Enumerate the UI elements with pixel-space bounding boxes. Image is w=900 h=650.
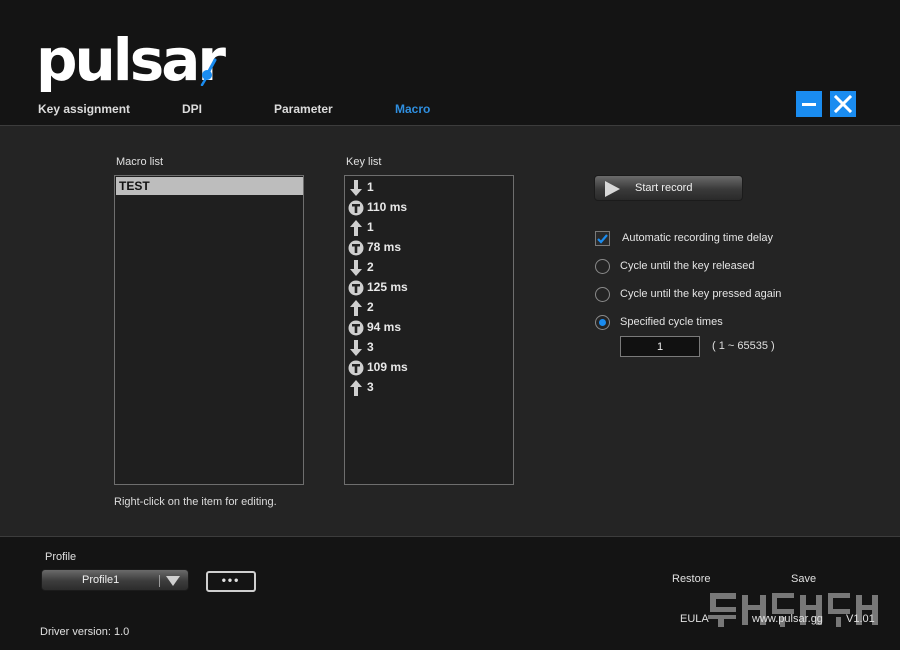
arrow-up-icon: [348, 219, 364, 237]
radio-circle: [595, 259, 610, 274]
timer-icon: [348, 239, 364, 257]
macro-edit-hint: Right-click on the item for editing.: [114, 496, 277, 508]
minimize-button[interactable]: [796, 91, 822, 117]
key-list-item[interactable]: 125 ms: [348, 278, 508, 298]
checkbox-box: [595, 231, 610, 246]
save-button[interactable]: Save: [791, 573, 816, 585]
play-icon: [605, 181, 620, 197]
key-list-item[interactable]: 109 ms: [348, 358, 508, 378]
driver-version: Driver version: 1.0: [40, 626, 130, 638]
header: pulsar Key assignment DPI Parameter Macr…: [0, 0, 900, 125]
auto-delay-label: Automatic recording time delay: [622, 232, 774, 244]
key-list-item-text: 110 ms: [367, 200, 408, 214]
timer-icon: [348, 199, 364, 217]
arrow-down-icon: [348, 339, 364, 357]
arrow-down-icon: [348, 259, 364, 277]
radio-label: Cycle until the key released: [620, 260, 755, 272]
macro-panel: Macro list TEST Key list 1 110 ms 1 78 ms 2 1…: [0, 126, 900, 536]
key-list-item[interactable]: 2: [348, 298, 508, 318]
logo-mark-icon: [200, 58, 217, 86]
cycle-times-input[interactable]: [620, 336, 700, 357]
profile-selected-value: Profile1: [82, 574, 120, 586]
app-window: pulsar Key assignment DPI Parameter Macr…: [0, 0, 900, 650]
arrow-up-icon: [348, 299, 364, 317]
radio-label: Specified cycle times: [620, 316, 723, 328]
check-icon: [597, 234, 608, 244]
profile-more-button[interactable]: •••: [206, 571, 256, 592]
start-record-label: Start record: [635, 182, 693, 194]
key-list-item-text: 2: [367, 260, 374, 274]
tab-macro[interactable]: Macro: [395, 102, 430, 116]
key-list-item-text: 1: [367, 220, 374, 234]
timer-icon: [348, 359, 364, 377]
radio-circle-selected: [595, 315, 610, 330]
eula-link[interactable]: EULA: [680, 613, 709, 625]
macro-list-label: Macro list: [116, 156, 164, 168]
radio-cycle-released[interactable]: Cycle until the key released: [595, 258, 795, 276]
key-list-item[interactable]: 78 ms: [348, 238, 508, 258]
tab-parameter[interactable]: Parameter: [274, 102, 333, 116]
dropdown-separator: [159, 575, 160, 587]
key-list-item-text: 3: [367, 380, 374, 394]
key-list-item[interactable]: 94 ms: [348, 318, 508, 338]
key-list-item-text: 125 ms: [367, 280, 408, 294]
key-list-item[interactable]: 3: [348, 378, 508, 398]
key-list-item-text: 2: [367, 300, 374, 314]
tab-dpi[interactable]: DPI: [182, 102, 202, 116]
restore-button[interactable]: Restore: [672, 573, 711, 585]
pulsar-logo: pulsar: [36, 26, 226, 94]
macro-list-item[interactable]: TEST: [116, 177, 303, 195]
arrow-up-icon: [348, 379, 364, 397]
key-list-item[interactable]: 2: [348, 258, 508, 278]
timer-icon: [348, 279, 364, 297]
chevron-down-icon: [166, 576, 180, 586]
radio-circle: [595, 287, 610, 302]
key-list-item[interactable]: 1: [348, 178, 508, 198]
radio-label: Cycle until the key pressed again: [620, 288, 782, 300]
key-list-item[interactable]: 3: [348, 338, 508, 358]
close-button[interactable]: [830, 91, 856, 117]
minimize-icon: [802, 103, 816, 106]
cycle-range-label: ( 1 ~ 65535 ): [712, 340, 775, 352]
arrow-down-icon: [348, 179, 364, 197]
macro-list[interactable]: TEST: [114, 175, 304, 485]
key-list-item-text: 3: [367, 340, 374, 354]
key-list-item[interactable]: 1: [348, 218, 508, 238]
key-list-label: Key list: [346, 156, 382, 168]
radio-specified-cycle-times[interactable]: Specified cycle times: [595, 314, 795, 332]
key-list[interactable]: 1 110 ms 1 78 ms 2 125 ms 2 94 ms 3 109 ms 3: [344, 175, 514, 485]
key-list-item-text: 94 ms: [367, 320, 402, 334]
tab-key-assignment[interactable]: Key assignment: [38, 102, 130, 116]
timer-icon: [348, 319, 364, 337]
key-list-item-text: 109 ms: [367, 360, 408, 374]
start-record-button[interactable]: Start record: [594, 175, 743, 201]
auto-delay-checkbox[interactable]: Automatic recording time delay: [595, 230, 795, 248]
profile-label: Profile: [45, 551, 77, 563]
more-dots-icon: •••: [221, 573, 241, 587]
key-list-item-text: 78 ms: [367, 240, 402, 254]
website-link[interactable]: www.pulsar.gg: [752, 613, 823, 625]
profile-dropdown[interactable]: Profile1: [41, 569, 189, 591]
footer: Profile Profile1 ••• Driver version: 1.0…: [0, 537, 900, 650]
close-icon: [833, 94, 853, 114]
radio-cycle-pressed-again[interactable]: Cycle until the key pressed again: [595, 286, 795, 304]
app-version: V1.01: [846, 613, 875, 625]
key-list-item-text: 1: [367, 180, 374, 194]
key-list-item[interactable]: 110 ms: [348, 198, 508, 218]
